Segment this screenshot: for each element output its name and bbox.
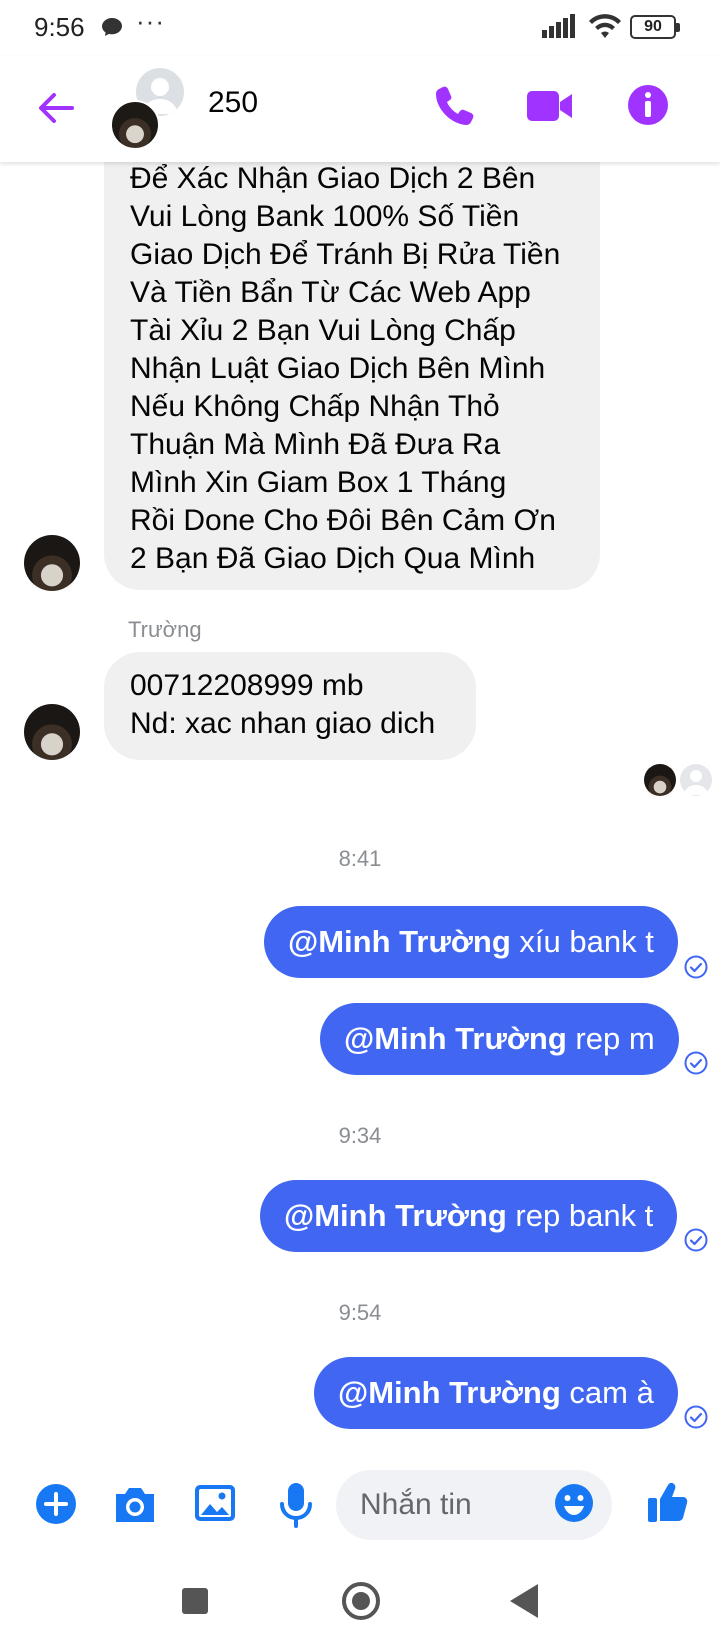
status-time: 9:56 <box>34 12 85 42</box>
message-text: cam à <box>560 1375 654 1410</box>
home-button[interactable] <box>342 1582 380 1620</box>
timestamp: 9:34 <box>338 1123 382 1148</box>
mention[interactable]: @Minh Trường <box>338 1375 561 1410</box>
message-line: Mình Xin Giam Box 1 Tháng <box>130 466 507 499</box>
message-line: Rồi Done Cho Đôi Bên Cảm Ơn <box>130 504 556 537</box>
message-line: Tài Xỉu 2 Bạn Vui Lòng Chấp <box>130 314 516 347</box>
outgoing-message-bubble[interactable]: @Minh Trường rep bank t <box>260 1180 678 1252</box>
gallery-button[interactable] <box>194 1482 236 1529</box>
battery-icon: 90 <box>630 15 680 39</box>
sender-avatar[interactable] <box>24 535 80 591</box>
message-line: Nd: xac nhan giao dich <box>130 707 436 740</box>
status-bar: 9:56 ··· 90 <box>0 0 720 56</box>
message-composer <box>0 1460 720 1550</box>
conversation-info-button[interactable] <box>627 84 669 131</box>
outgoing-message-bubble[interactable]: @Minh Trường rep m <box>320 1003 679 1075</box>
mention[interactable]: @Minh Trường <box>344 1021 567 1056</box>
message-line: Vui Lòng Bank 100% Số Tiền <box>130 200 520 233</box>
message-line: 00712208999 mb <box>130 669 364 702</box>
video-camera-icon <box>527 91 572 121</box>
system-navigation-bar <box>0 1550 720 1650</box>
mention[interactable]: @Minh Trường <box>288 924 511 959</box>
video-call-button[interactable] <box>526 86 574 131</box>
outgoing-message-bubble[interactable]: @Minh Trường cam à <box>314 1357 678 1429</box>
timestamp: 8:41 <box>338 846 382 871</box>
read-receipt-avatar <box>644 764 676 796</box>
message-line: Để Xác Nhận Giao Dịch 2 Bên <box>130 162 536 195</box>
microphone-icon <box>280 1483 312 1528</box>
timestamp: 9:54 <box>338 1300 382 1325</box>
incoming-message-bubble[interactable]: 00712208999 mb Nd: xac nhan giao dich <box>104 652 476 760</box>
message-text: rep m <box>566 1021 655 1056</box>
signal-icon <box>542 14 578 43</box>
smiley-icon <box>555 1484 593 1522</box>
member-avatar-photo <box>110 100 160 150</box>
sent-check-icon <box>684 1051 708 1075</box>
message-line: Thuận Mà Mình Đã Đưa Ra <box>130 428 501 461</box>
conversation-title[interactable]: 250 <box>208 86 258 120</box>
emoji-button[interactable] <box>554 1483 594 1528</box>
incoming-message-bubble[interactable]: Để Xác Nhận Giao Dịch 2 Bên Vui Lòng Ban… <box>104 130 600 590</box>
back-arrow-icon <box>39 93 74 123</box>
message-line: 2 Bạn Đã Giao Dịch Qua Mình <box>130 542 536 575</box>
sent-check-icon <box>684 955 708 979</box>
sent-check-icon <box>684 1405 708 1429</box>
more-notifications-icon: ··· <box>136 6 165 36</box>
voice-call-button[interactable] <box>434 84 474 133</box>
message-line: Giao Dịch Để Tránh Bị Rửa Tiền <box>130 238 561 271</box>
info-icon <box>628 85 668 125</box>
group-avatar[interactable] <box>108 68 188 150</box>
outgoing-message-bubble[interactable]: @Minh Trường xíu bank t <box>264 906 678 978</box>
sent-check-icon <box>684 1228 708 1252</box>
message-text: xíu bank t <box>510 924 654 959</box>
more-actions-button[interactable] <box>34 1482 78 1531</box>
chat-header: 250 <box>0 56 720 162</box>
thumbs-up-icon <box>648 1482 688 1522</box>
camera-button[interactable] <box>112 1482 158 1531</box>
plus-circle-icon <box>36 1484 76 1524</box>
message-line: Nếu Không Chấp Nhận Thỏ <box>130 390 500 423</box>
read-receipt-avatar <box>680 764 712 796</box>
voice-record-button[interactable] <box>278 1482 314 1533</box>
message-line: Và Tiền Bẩn Từ Các Web App <box>130 276 531 309</box>
chat-notification-icon <box>100 16 124 43</box>
sender-avatar[interactable] <box>24 704 80 760</box>
recent-apps-button[interactable] <box>182 1588 208 1614</box>
message-text: rep bank t <box>506 1198 654 1233</box>
back-button[interactable] <box>34 86 78 130</box>
message-line: Nhận Luật Giao Dịch Bên Mình <box>130 352 546 385</box>
wifi-icon <box>588 12 622 45</box>
sender-name: Trường <box>128 617 202 642</box>
phone-icon <box>436 86 474 125</box>
image-icon <box>195 1485 235 1521</box>
camera-icon <box>116 1488 154 1522</box>
mention[interactable]: @Minh Trường <box>284 1198 507 1233</box>
like-button[interactable] <box>646 1480 690 1529</box>
system-back-button[interactable] <box>510 1584 538 1618</box>
